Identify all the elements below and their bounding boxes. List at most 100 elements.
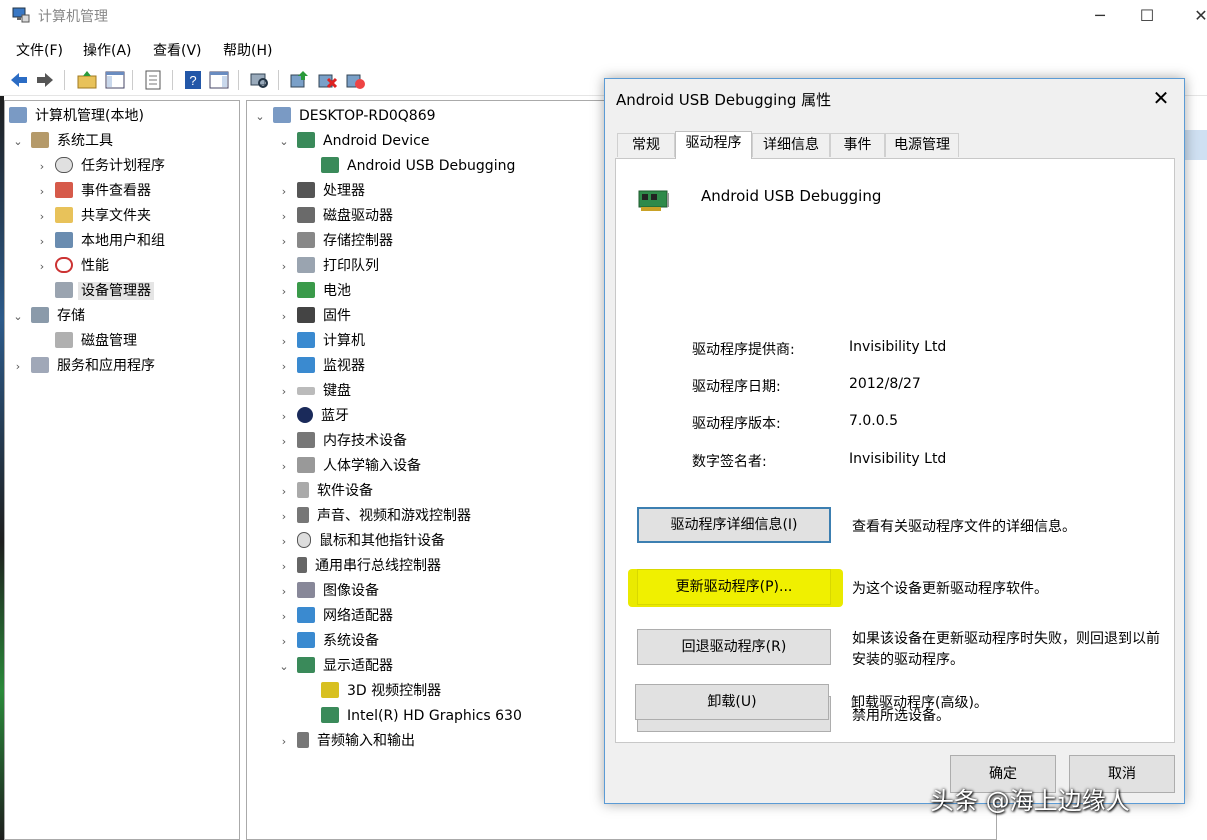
up-folder-icon[interactable] xyxy=(76,69,98,91)
action-pane-icon[interactable] xyxy=(208,69,230,91)
device-tree-root[interactable]: ⌄ DESKTOP-RD0Q869 xyxy=(253,104,439,128)
forward-icon[interactable] xyxy=(34,69,56,91)
device-category[interactable]: › 磁盘驱动器 xyxy=(277,204,396,228)
device-category[interactable]: ⌄ Android Device xyxy=(277,129,432,153)
tree-item-services-apps[interactable]: › 服务和应用程序 xyxy=(11,354,158,378)
chevron-right-icon[interactable]: › xyxy=(277,280,291,304)
update-driver-button[interactable]: 更新驱动程序(P)... xyxy=(637,569,831,605)
chevron-right-icon[interactable]: › xyxy=(277,405,291,429)
update-driver-icon[interactable] xyxy=(288,69,310,91)
tree-item-performance[interactable]: › 性能 xyxy=(35,254,112,278)
enable-icon[interactable] xyxy=(344,69,366,91)
chevron-right-icon[interactable]: › xyxy=(277,455,291,479)
device-category[interactable]: › 计算机 xyxy=(277,329,368,353)
tree-item-disk-management[interactable]: 磁盘管理 xyxy=(55,329,140,353)
device-category[interactable]: › 电池 xyxy=(277,279,354,303)
device-item[interactable]: Android USB Debugging xyxy=(321,154,518,178)
chevron-right-icon[interactable]: › xyxy=(277,505,291,529)
device-category[interactable]: › 打印队列 xyxy=(277,254,382,278)
chevron-down-icon[interactable]: ⌄ xyxy=(253,105,267,129)
close-button[interactable]: ✕ xyxy=(1178,2,1207,30)
device-category[interactable]: › 存储控制器 xyxy=(277,229,396,253)
tree-item-task-scheduler[interactable]: › 任务计划程序 xyxy=(35,154,168,178)
device-category[interactable]: › 键盘 xyxy=(277,379,354,403)
device-category[interactable]: › 网络适配器 xyxy=(277,604,396,628)
chevron-down-icon[interactable]: ⌄ xyxy=(11,130,25,154)
disk-icon xyxy=(55,332,73,348)
tree-item-storage[interactable]: ⌄ 存储 xyxy=(11,304,88,328)
tab-general[interactable]: 常规 xyxy=(617,133,675,157)
toolbar-separator xyxy=(64,70,65,90)
menu-view[interactable]: 查看(V) xyxy=(153,40,202,60)
device-category[interactable]: › 人体学输入设备 xyxy=(277,454,424,478)
tree-item-device-manager[interactable]: 设备管理器 xyxy=(55,279,154,303)
chevron-right-icon[interactable]: › xyxy=(277,355,291,379)
device-category[interactable]: › 系统设备 xyxy=(277,629,382,653)
chevron-right-icon[interactable]: › xyxy=(35,205,49,229)
chevron-right-icon[interactable]: › xyxy=(277,180,291,204)
chevron-right-icon[interactable]: › xyxy=(35,155,49,179)
device-category[interactable]: › 鼠标和其他指针设备 xyxy=(277,529,448,553)
device-category[interactable]: › 内存技术设备 xyxy=(277,429,410,453)
chevron-right-icon[interactable]: › xyxy=(277,380,291,404)
device-category[interactable]: ⌄ 显示适配器 xyxy=(277,654,396,678)
chevron-right-icon[interactable]: › xyxy=(277,305,291,329)
driver-details-button[interactable]: 驱动程序详细信息(I) xyxy=(637,507,831,543)
chevron-right-icon[interactable]: › xyxy=(35,180,49,204)
dialog-close-button[interactable]: ✕ xyxy=(1146,83,1176,113)
tree-item-local-users[interactable]: › 本地用户和组 xyxy=(35,229,168,253)
chevron-down-icon[interactable]: ⌄ xyxy=(277,130,291,154)
chevron-right-icon[interactable]: › xyxy=(277,255,291,279)
chevron-right-icon[interactable]: › xyxy=(277,205,291,229)
scan-hardware-icon[interactable] xyxy=(248,69,270,91)
chevron-right-icon[interactable]: › xyxy=(277,430,291,454)
rollback-driver-button[interactable]: 回退驱动程序(R) xyxy=(637,629,831,665)
chevron-right-icon[interactable]: › xyxy=(35,230,49,254)
minimize-button[interactable]: ─ xyxy=(1077,2,1123,30)
properties-icon[interactable] xyxy=(142,69,164,91)
chevron-right-icon[interactable]: › xyxy=(277,605,291,629)
tab-events[interactable]: 事件 xyxy=(830,133,885,157)
device-category[interactable]: › 音频输入和输出 xyxy=(277,729,418,753)
device-name: Android USB Debugging xyxy=(701,187,882,205)
tree-item-shared-folders[interactable]: › 共享文件夹 xyxy=(35,204,154,228)
help-icon[interactable]: ? xyxy=(182,69,204,91)
device-item[interactable]: Intel(R) HD Graphics 630 xyxy=(321,704,525,728)
tree-item-event-viewer[interactable]: › 事件查看器 xyxy=(35,179,154,203)
chevron-right-icon[interactable]: › xyxy=(277,530,291,554)
back-icon[interactable] xyxy=(8,69,30,91)
device-category[interactable]: › 处理器 xyxy=(277,179,368,203)
chevron-right-icon[interactable]: › xyxy=(277,630,291,654)
device-category[interactable]: › 图像设备 xyxy=(277,579,382,603)
chevron-right-icon[interactable]: › xyxy=(277,330,291,354)
tab-driver[interactable]: 驱动程序 xyxy=(675,131,752,159)
tree-root[interactable]: 计算机管理(本地) xyxy=(9,104,147,128)
tree-item-system-tools[interactable]: ⌄ 系统工具 xyxy=(11,129,116,153)
maximize-button[interactable]: ☐ xyxy=(1124,2,1170,30)
uninstall-driver-button[interactable]: 卸载(U) xyxy=(635,684,829,720)
menu-file[interactable]: 文件(F) xyxy=(16,40,63,60)
chevron-right-icon[interactable]: › xyxy=(277,580,291,604)
chevron-right-icon[interactable]: › xyxy=(277,555,291,579)
device-category[interactable]: › 通用串行总线控制器 xyxy=(277,554,444,578)
uninstall-icon[interactable] xyxy=(316,69,338,91)
device-category[interactable]: › 软件设备 xyxy=(277,479,376,503)
tab-power[interactable]: 电源管理 xyxy=(885,133,959,157)
chevron-right-icon[interactable]: › xyxy=(277,230,291,254)
chevron-down-icon[interactable]: ⌄ xyxy=(277,655,291,679)
device-category[interactable]: › 声音、视频和游戏控制器 xyxy=(277,504,474,528)
speaker-icon xyxy=(297,507,309,523)
chevron-right-icon[interactable]: › xyxy=(11,355,25,379)
chevron-right-icon[interactable]: › xyxy=(277,480,291,504)
device-item[interactable]: 3D 视频控制器 xyxy=(321,679,444,703)
menu-help[interactable]: 帮助(H) xyxy=(223,40,272,60)
chevron-down-icon[interactable]: ⌄ xyxy=(11,305,25,329)
chevron-right-icon[interactable]: › xyxy=(35,255,49,279)
show-hide-tree-icon[interactable] xyxy=(104,69,126,91)
device-category[interactable]: › 蓝牙 xyxy=(277,404,352,428)
device-category[interactable]: › 监视器 xyxy=(277,354,368,378)
device-category[interactable]: › 固件 xyxy=(277,304,354,328)
menu-action[interactable]: 操作(A) xyxy=(83,40,132,60)
tab-details[interactable]: 详细信息 xyxy=(752,133,830,157)
chevron-right-icon[interactable]: › xyxy=(277,730,291,754)
